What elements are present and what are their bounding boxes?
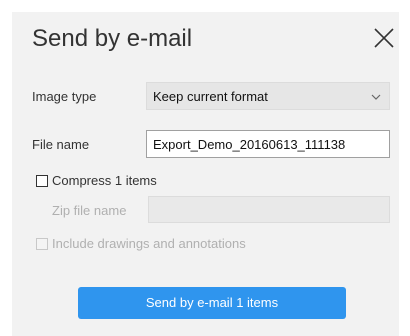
include-drawings-checkbox[interactable] (36, 238, 48, 250)
send-by-email-button[interactable]: Send by e-mail 1 items (78, 287, 346, 319)
file-name-field[interactable]: Export_Demo_20160613_111138 (146, 130, 390, 158)
chevron-down-icon (371, 94, 381, 100)
image-type-value: Keep current format (153, 89, 268, 104)
image-type-select[interactable]: Keep current format (146, 82, 390, 110)
file-name-label: File name (32, 137, 90, 152)
compress-label[interactable]: Compress 1 items (52, 173, 157, 188)
dialog-title: Send by e-mail (32, 25, 193, 52)
compress-checkbox[interactable] (36, 175, 48, 187)
include-drawings-label[interactable]: Include drawings and annotations (52, 236, 246, 251)
zip-file-name-field[interactable] (148, 196, 390, 223)
send-by-email-dialog: Send by e-mail Image type Keep current f… (12, 12, 399, 336)
image-type-label: Image type (32, 89, 97, 104)
zip-file-name-label: Zip file name (52, 203, 127, 218)
close-icon[interactable] (372, 26, 396, 50)
